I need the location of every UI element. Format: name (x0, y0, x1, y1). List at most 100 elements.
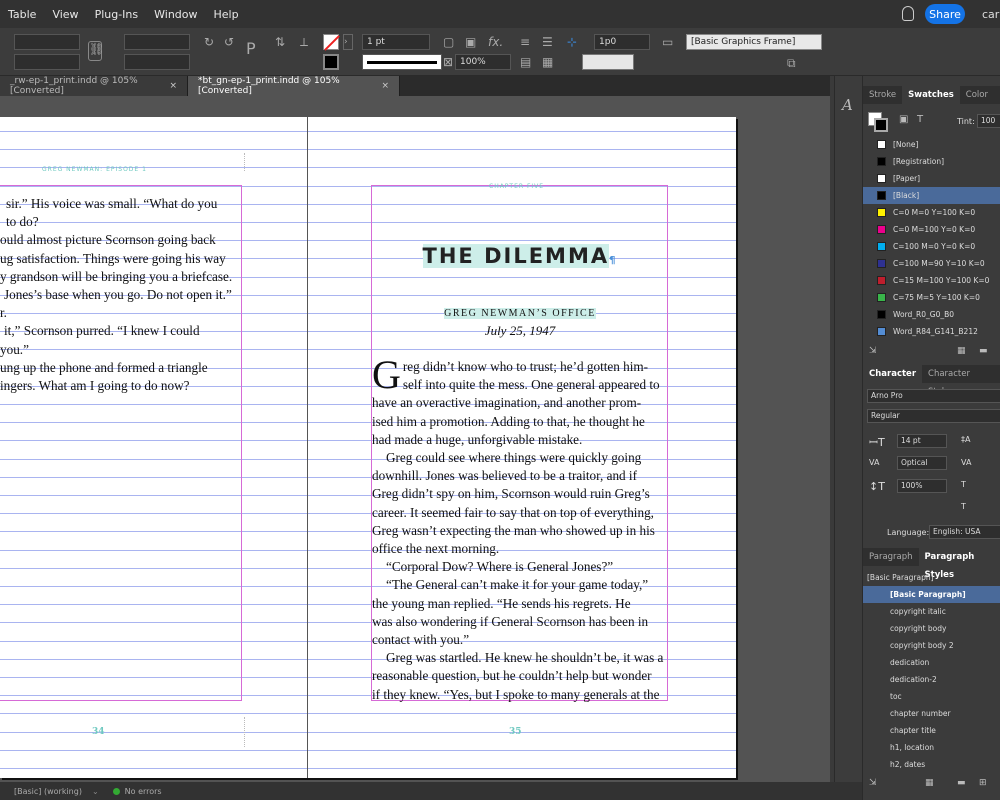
swatch-item[interactable]: [Registration] (863, 153, 1000, 170)
distribute-icon[interactable]: ☰ (542, 35, 553, 49)
swatch-item[interactable]: C=0 M=100 Y=0 K=0 (863, 221, 1000, 238)
close-icon[interactable]: × (169, 81, 177, 91)
paragraph-style-item[interactable]: [Basic Paragraph] (863, 586, 1000, 603)
swatch-item[interactable]: [Black] (863, 187, 1000, 204)
tab-character[interactable]: Character (863, 365, 923, 383)
frame-fit-icon[interactable]: ▣ (465, 35, 476, 49)
text-swatch-icon[interactable]: T (917, 114, 923, 125)
lightbulb-icon[interactable] (902, 6, 914, 21)
tab-rw-ep-1[interactable]: _rw-ep-1_print.indd @ 105% [Converted] × (0, 76, 188, 96)
text-wrap-icon[interactable]: ▦ (542, 55, 553, 69)
swatch-item[interactable]: C=100 M=90 Y=10 K=0 (863, 255, 1000, 272)
swatch-item[interactable]: C=0 M=0 Y=100 K=0 (863, 204, 1000, 221)
container-icon[interactable]: ▣ (899, 114, 908, 125)
tab-paragraph-styles[interactable]: Paragraph Styles (918, 548, 1000, 580)
swatch-item[interactable]: [Paper] (863, 170, 1000, 187)
new-group-icon[interactable]: ▦ (925, 778, 934, 788)
tab-bt-gn-ep-1[interactable]: *bt_gn-ep-1_print.indd @ 105% [Converted… (188, 76, 400, 96)
paragraph-style-item[interactable]: chapter number (863, 705, 1000, 722)
swatch-item[interactable]: Word_R84_G141_B212 (863, 323, 1000, 340)
stroke-swatch-icon[interactable] (874, 118, 888, 132)
close-icon[interactable]: × (381, 81, 389, 91)
swatch-options-icon[interactable]: ⇲ (869, 346, 877, 356)
chevron-down-icon[interactable]: ⌄ (92, 787, 99, 796)
offset-field[interactable]: 1p0 (594, 34, 650, 50)
swatch-item[interactable]: [None] (863, 136, 1000, 153)
preflight-profile[interactable]: [Basic] (working) (14, 787, 82, 796)
menu-window[interactable]: Window (146, 8, 205, 21)
x-position-field[interactable] (14, 34, 80, 50)
rotate-icon[interactable]: ↻ (204, 35, 214, 49)
menu-view[interactable]: View (44, 8, 86, 21)
fx-icon[interactable]: fx. (488, 35, 503, 49)
reference-point-icon[interactable]: ⊹ (567, 35, 577, 49)
user-name[interactable]: car (982, 8, 999, 21)
paragraph-style-item[interactable]: h1, location (863, 739, 1000, 756)
style-options-icon[interactable]: ⇲ (869, 778, 877, 788)
location-subhead[interactable]: GREG NEWMAN’S OFFICE (372, 308, 668, 319)
folder-icon[interactable]: ▬ (979, 346, 988, 356)
tab-swatches[interactable]: Swatches (902, 86, 960, 104)
frame-style-icon[interactable]: ▭ (662, 35, 673, 49)
fitting-icon[interactable]: ▢ (443, 35, 454, 49)
link-icon[interactable]: ⛓ (88, 41, 104, 61)
font-size-field[interactable]: 14 pt (897, 434, 947, 448)
stroke-black-swatch[interactable] (323, 54, 339, 70)
fill-menu-arrow[interactable]: › (343, 34, 353, 50)
new-style-icon[interactable]: ⊞ (979, 778, 987, 788)
chapter-title[interactable]: THE DILEMMA¶ (372, 244, 668, 268)
y-position-field[interactable] (14, 54, 80, 70)
rotate-ccw-icon[interactable]: ↺ (224, 35, 234, 49)
width-field[interactable] (124, 34, 190, 50)
tab-color[interactable]: Color (960, 86, 994, 104)
paragraph-style-item[interactable]: copyright body 2 (863, 637, 1000, 654)
paragraph-style-item[interactable]: copyright body (863, 620, 1000, 637)
fill-none-swatch[interactable] (323, 34, 340, 51)
swatch-item[interactable]: C=100 M=0 Y=0 K=0 (863, 238, 1000, 255)
frame-options-icon[interactable]: ⧉ (787, 56, 796, 70)
paragraph-style-item[interactable]: copyright italic (863, 603, 1000, 620)
type-panel-icon[interactable]: A (842, 96, 862, 114)
tab-character-styles[interactable]: Character Styles (922, 365, 1000, 397)
object-style-dropdown[interactable]: [Basic Graphics Frame] (686, 34, 822, 50)
new-swatch-icon[interactable]: ▦ (957, 346, 966, 356)
folder-icon[interactable]: ▬ (957, 778, 966, 788)
menu-table[interactable]: Table (0, 8, 44, 21)
swatch-item[interactable]: Word_R0_G0_B0 (863, 306, 1000, 323)
tint-field[interactable]: 100 (977, 114, 1000, 128)
share-button[interactable]: Share (925, 4, 965, 24)
opacity-field[interactable]: 100% (455, 54, 511, 70)
color-preview-box[interactable] (582, 54, 634, 70)
vertical-scale-field[interactable]: 100% (897, 479, 947, 493)
menu-plugins[interactable]: Plug-Ins (87, 8, 147, 21)
paragraph-style-item[interactable]: h2, dates (863, 756, 1000, 773)
paragraph-style-item[interactable]: toc (863, 688, 1000, 705)
tab-paragraph[interactable]: Paragraph (863, 548, 919, 566)
swatch-item[interactable]: C=15 M=100 Y=100 K=0 (863, 272, 1000, 289)
height-field[interactable] (124, 54, 190, 70)
stroke-type-selector[interactable] (362, 54, 442, 70)
paragraph-style-item[interactable]: dedication-2 (863, 671, 1000, 688)
kerning-field[interactable]: Optical (897, 456, 947, 470)
tab-label: *bt_gn-ep-1_print.indd @ 105% [Converted… (198, 76, 340, 96)
flip-icon[interactable]: ⇅ (275, 35, 285, 49)
date-subhead[interactable]: July 25, 1947 (372, 323, 668, 339)
align-icon[interactable]: ≡ (520, 35, 530, 49)
transform-icon[interactable]: ⟂ (300, 35, 308, 49)
font-family-field[interactable]: Arno Pro (867, 389, 1000, 403)
left-page-text[interactable]: sir.” His voice was small. “What do you … (0, 195, 242, 395)
menu-help[interactable]: Help (206, 8, 247, 21)
opacity-icon[interactable]: ⊠ (443, 55, 453, 69)
stroke-weight-field[interactable]: 1 pt (362, 34, 430, 50)
swatch-item[interactable]: C=75 M=5 Y=100 K=0 (863, 289, 1000, 306)
selection-p-icon[interactable]: P (246, 41, 256, 57)
tab-stroke[interactable]: Stroke (863, 86, 902, 104)
right-page-text[interactable]: G reg didn’t know who to trust; he’d got… (372, 358, 668, 704)
language-field[interactable]: English: USA (929, 525, 1000, 539)
text-line: “Corporal Dow? Where is General Jones?” (386, 559, 614, 575)
paragraph-style-item[interactable]: dedication (863, 654, 1000, 671)
swatch-name: Word_R84_G141_B212 (893, 327, 978, 336)
wrap-icon[interactable]: ▤ (520, 55, 531, 69)
font-style-field[interactable]: Regular (867, 409, 1000, 423)
paragraph-style-item[interactable]: chapter title (863, 722, 1000, 739)
